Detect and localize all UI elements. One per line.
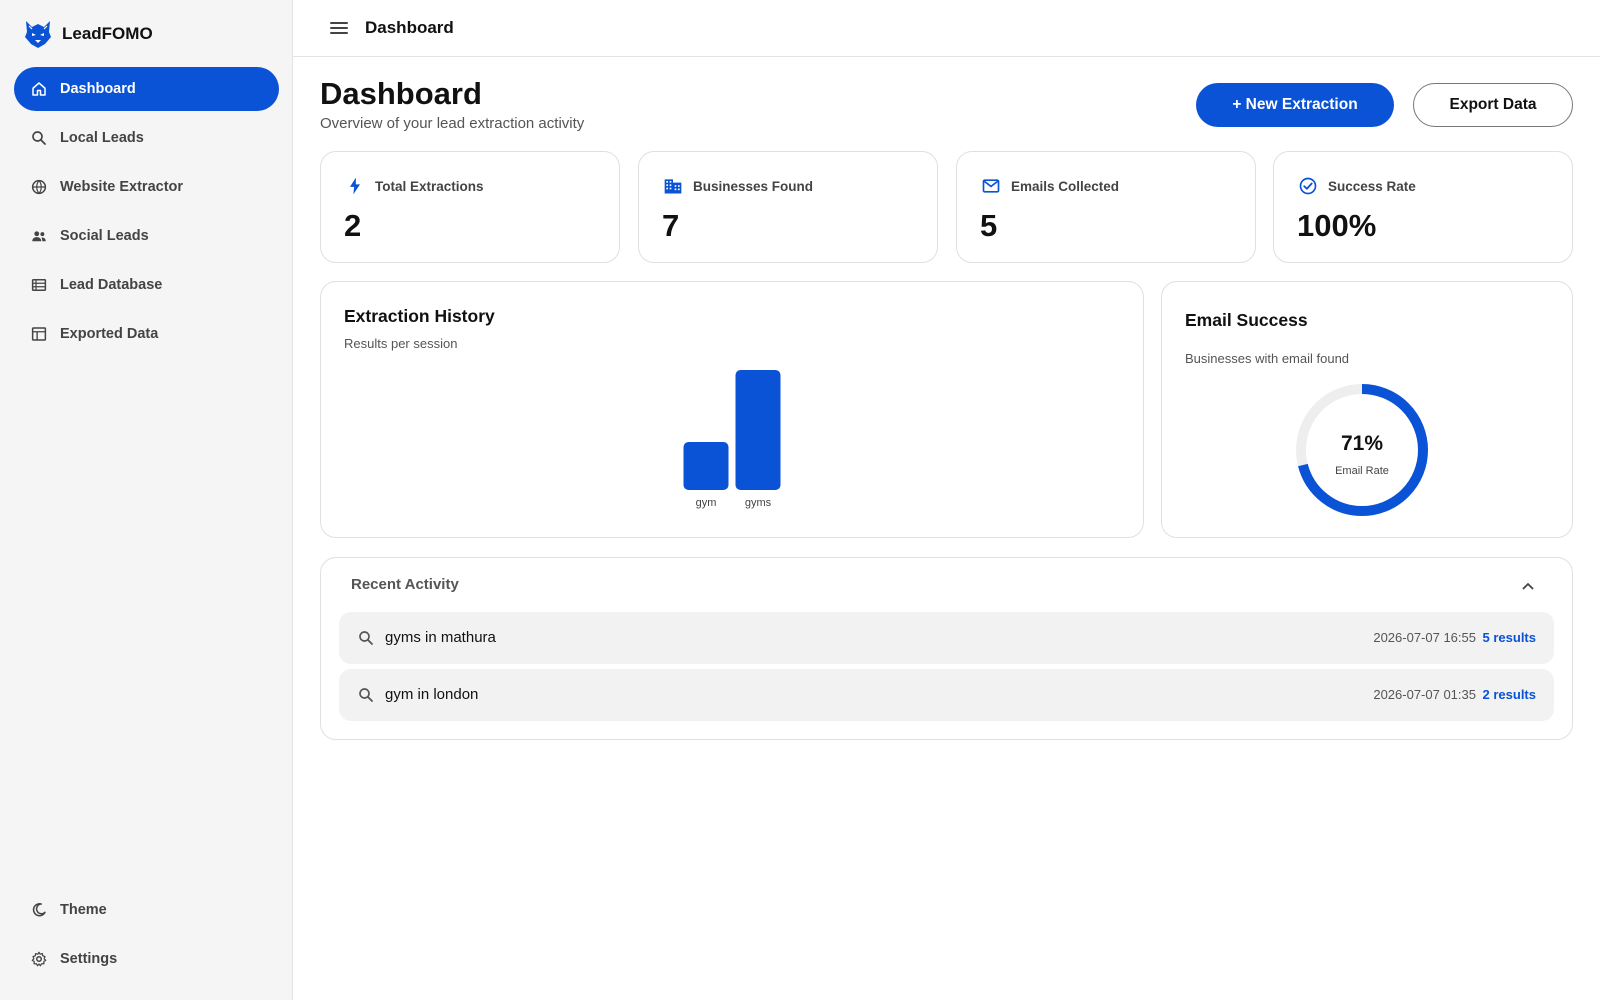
extraction-history-card: Extraction History Results per session g… — [320, 281, 1144, 538]
stat-value: 100% — [1297, 208, 1377, 243]
hamburger-icon — [330, 22, 348, 34]
sidebar-item-label: Website Extractor — [60, 179, 184, 195]
brand-name: LeadFOMO — [62, 24, 153, 43]
sidebar-item-label: Lead Database — [60, 277, 163, 293]
menu-toggle-button[interactable] — [327, 16, 351, 40]
activity-query: gym in london — [385, 686, 479, 703]
sidebar-item-label: Local Leads — [60, 130, 144, 146]
stat-value: 7 — [662, 208, 680, 243]
sidebar-item-website-extractor[interactable]: Website Extractor — [14, 165, 279, 209]
email-rate-value: 71% — [1340, 432, 1384, 455]
sidebar-item-dashboard[interactable]: Dashboard — [14, 67, 279, 111]
sidebar-item-theme[interactable]: Theme — [14, 888, 279, 932]
stat-label: Total Extractions — [375, 178, 484, 194]
mail-icon — [982, 179, 1000, 193]
bar-gym[interactable] — [683, 442, 729, 490]
bar-label-gyms: gyms — [745, 497, 772, 509]
sidebar-item-lead-database[interactable]: Lead Database — [14, 263, 279, 307]
stat-card-header: Success Rate — [1298, 176, 1416, 196]
sidebar-item-label: Settings — [60, 951, 118, 967]
recent-activity-title: Recent Activity — [351, 576, 459, 593]
card-subtitle: Businesses with email found — [1185, 351, 1350, 366]
sidebar-item-social-leads[interactable]: Social Leads — [14, 214, 279, 258]
topbar-title: Dashboard — [365, 18, 454, 37]
moon-icon — [32, 903, 46, 917]
stat-value: 2 — [344, 208, 362, 243]
sidebar-item-local-leads[interactable]: Local Leads — [14, 116, 279, 160]
stat-card-total-extractions: Total Extractions 2 — [320, 151, 620, 263]
stat-card-emails-collected: Emails Collected 5 — [956, 151, 1256, 263]
check-circle-icon — [1299, 177, 1317, 195]
sidebar: LeadFOMO Dashboard Local Leads Website E… — [0, 0, 293, 1000]
collapse-button[interactable] — [1518, 576, 1538, 596]
stat-label: Success Rate — [1328, 178, 1416, 194]
table-icon — [31, 327, 47, 341]
bolt-icon — [350, 177, 360, 195]
extraction-history-chart: gym gyms — [683, 370, 781, 509]
stat-value: 5 — [980, 208, 998, 243]
bar-gyms[interactable] — [735, 370, 781, 490]
brand[interactable]: LeadFOMO — [22, 18, 153, 50]
sidebar-item-label: Dashboard — [60, 81, 136, 97]
search-icon — [32, 131, 46, 145]
topbar: Dashboard — [293, 0, 1600, 57]
card-title: Email Success — [1185, 310, 1308, 330]
globe-icon — [31, 179, 47, 195]
email-rate-caption: Email Rate — [1335, 465, 1389, 477]
wolf-logo-icon — [25, 21, 51, 48]
page-subtitle: Overview of your lead extraction activit… — [320, 115, 585, 132]
activity-results-count: 2 results — [1482, 687, 1536, 702]
sidebar-item-settings[interactable]: Settings — [14, 937, 279, 981]
stat-label: Emails Collected — [1011, 178, 1120, 194]
stat-card-businesses-found: Businesses Found 7 — [638, 151, 938, 263]
list-icon — [31, 279, 47, 291]
new-extraction-button[interactable]: + New Extraction — [1196, 83, 1394, 127]
activity-timestamp: 2026-07-07 16:55 — [1373, 630, 1476, 645]
gear-icon — [31, 951, 47, 967]
email-success-card: Email Success Businesses with email foun… — [1161, 281, 1573, 538]
activity-row[interactable]: gyms in mathura 2026-07-07 16:55 5 resul… — [339, 612, 1554, 664]
bar-label-gym: gym — [696, 497, 717, 509]
chevron-up-icon — [1522, 583, 1534, 590]
stat-card-header: Total Extractions — [345, 176, 484, 196]
sidebar-item-label: Exported Data — [60, 326, 159, 342]
sidebar-nav: Dashboard Local Leads Website Extractor … — [14, 67, 279, 361]
activity-timestamp: 2026-07-07 01:35 — [1373, 687, 1476, 702]
stat-card-header: Businesses Found — [663, 176, 813, 196]
activity-row[interactable]: gym in london 2026-07-07 01:35 2 results — [339, 669, 1554, 721]
building-icon — [664, 179, 682, 194]
sidebar-bottom: Theme Settings — [14, 888, 279, 986]
search-icon — [359, 631, 373, 645]
export-data-button[interactable]: Export Data — [1413, 83, 1573, 127]
stat-card-header: Emails Collected — [981, 176, 1119, 196]
sidebar-item-label: Social Leads — [60, 228, 149, 244]
activity-results-count: 5 results — [1482, 630, 1536, 645]
sidebar-item-label: Theme — [60, 902, 107, 918]
search-icon — [359, 688, 373, 702]
page-title: Dashboard — [320, 76, 482, 111]
stat-card-success-rate: Success Rate 100% — [1273, 151, 1573, 263]
home-icon — [32, 82, 46, 96]
people-icon — [32, 231, 46, 242]
recent-activity-card: Recent Activity gyms in mathura 2026-07-… — [320, 557, 1573, 740]
activity-query: gyms in mathura — [385, 629, 496, 646]
sidebar-item-exported-data[interactable]: Exported Data — [14, 312, 279, 356]
stat-label: Businesses Found — [693, 178, 814, 194]
